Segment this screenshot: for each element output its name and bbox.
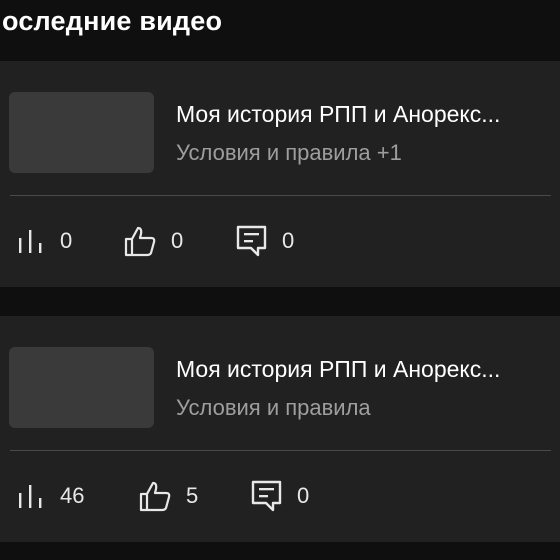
bar-chart-icon <box>16 481 46 511</box>
video-title[interactable]: Моя история РПП и Анорекс... <box>176 101 556 128</box>
video-subtitle: Условия и правила <box>176 395 371 420</box>
likes-stat: 5 <box>138 479 198 513</box>
thumb-up-icon <box>138 479 172 513</box>
views-stat: 0 <box>16 224 72 258</box>
comment-icon <box>251 479 283 513</box>
likes-count: 5 <box>186 483 199 508</box>
comment-icon <box>236 224 268 258</box>
bar-chart-icon <box>16 226 46 256</box>
comments-stat: 0 <box>236 224 294 258</box>
thumb-up-icon <box>123 224 157 258</box>
likes-stat: 0 <box>123 224 183 258</box>
comments-count: 0 <box>282 228 295 253</box>
video-title[interactable]: Моя история РПП и Анорекс... <box>176 356 556 383</box>
divider <box>10 195 551 196</box>
video-card[interactable]: Моя история РПП и Анорекс... Условия и п… <box>0 61 560 287</box>
video-thumbnail[interactable] <box>9 92 154 173</box>
views-stat: 46 <box>16 479 84 513</box>
views-count: 0 <box>60 228 73 253</box>
video-thumbnail[interactable] <box>9 347 154 428</box>
divider <box>10 450 551 451</box>
comments-count: 0 <box>297 483 310 508</box>
section-title: оследние видео <box>2 6 223 36</box>
likes-count: 0 <box>171 228 184 253</box>
comments-stat: 0 <box>251 479 309 513</box>
video-subtitle: Условия и правила +1 <box>176 140 402 165</box>
video-card[interactable]: Моя история РПП и Анорекс... Условия и п… <box>0 316 560 542</box>
section-header: оследние видео <box>0 0 560 58</box>
views-count: 46 <box>60 483 85 508</box>
